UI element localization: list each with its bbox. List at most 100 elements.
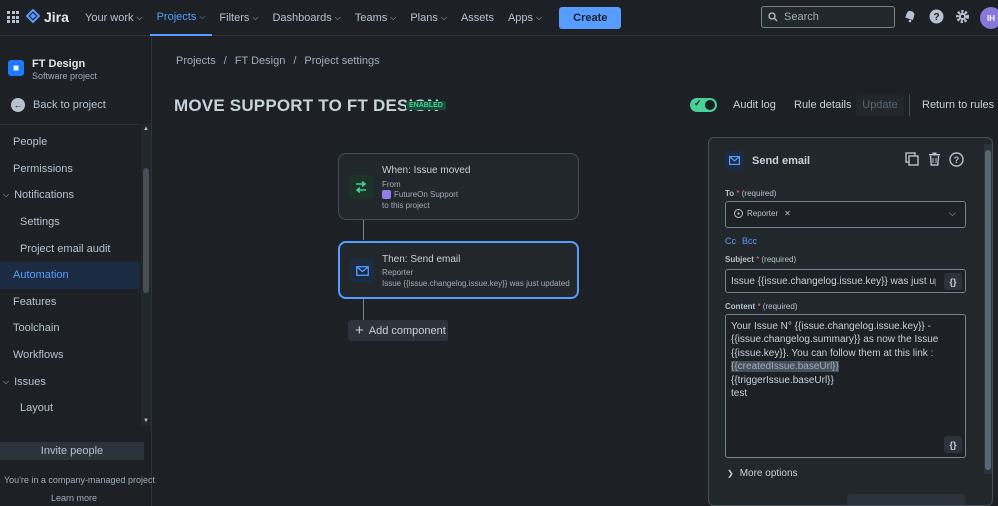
update-button[interactable]: Update: [856, 94, 904, 116]
back-label: Back to project: [33, 99, 106, 111]
smart-value-button[interactable]: {}: [944, 436, 962, 453]
recipient-chip[interactable]: ● Reporter ✕: [734, 209, 791, 218]
subject-value: Issue {{issue.changelog.issue.key}} was …: [731, 276, 936, 287]
header-divider: [909, 94, 910, 116]
sidebar-item-automation[interactable]: Automation: [0, 261, 140, 289]
chevron-down-icon: ⌵: [536, 13, 543, 22]
content-line: {{triggerIssue.baseUrl}}: [731, 374, 834, 386]
chevron-down-icon[interactable]: ⌵: [949, 208, 956, 219]
sidebar-group-notifications[interactable]: ⌵ Notifications: [0, 182, 140, 209]
project-header[interactable]: ■ FT Design Software project: [8, 58, 97, 81]
trigger-card[interactable]: When: Issue moved From FutureOn Support …: [338, 153, 579, 220]
bcc-link[interactable]: Bcc: [742, 236, 757, 246]
nav-label: Plans: [410, 12, 438, 24]
required-marker: *: [755, 302, 761, 311]
jira-logo[interactable]: Jira: [26, 9, 69, 25]
sidebar-item-label: Layout: [20, 402, 54, 415]
trash-icon[interactable]: [926, 152, 942, 168]
sidebar-scrollbar[interactable]: ▲ ▼: [141, 124, 151, 426]
chevron-down-icon: ⌵: [334, 13, 341, 22]
sidebar-item-toolchain[interactable]: Toolchain: [0, 315, 140, 342]
nav-apps[interactable]: Apps ⌵: [501, 0, 549, 36]
sidebar-item-permissions[interactable]: Permissions: [0, 156, 140, 183]
rule-details-button[interactable]: Rule details: [794, 99, 851, 111]
top-navigation: Jira Your work ⌵ Projects ⌵ Filters ⌵ Dashb…: [0, 0, 998, 36]
subject-input[interactable]: Issue {{issue.changelog.issue.key}} was …: [725, 269, 966, 293]
sidebar-item-label: Notifications: [14, 189, 74, 202]
scroll-down-arrow-icon[interactable]: ▼: [143, 418, 149, 424]
nav-dashboards[interactable]: Dashboards ⌵: [265, 0, 347, 36]
trigger-source-project: FutureOn Support: [382, 190, 458, 199]
content-label-text: Content: [725, 302, 756, 311]
sidebar-item-people[interactable]: People: [0, 129, 140, 156]
breadcrumb-projects[interactable]: Projects: [176, 55, 216, 67]
more-options-label: More options: [739, 468, 798, 479]
sidebar-item-project-email-audit[interactable]: Project email audit: [0, 235, 140, 262]
to-recipients-field[interactable]: ● Reporter ✕ ⌵: [725, 201, 966, 228]
panel-footer-button[interactable]: [847, 494, 965, 505]
return-to-rules-button[interactable]: Return to rules: [922, 99, 994, 111]
breadcrumb-separator: /: [293, 55, 297, 67]
subject-label: Subject * (required): [725, 255, 796, 264]
search-input[interactable]: Search: [761, 6, 895, 28]
check-icon: ✓: [694, 98, 702, 108]
action-card[interactable]: Then: Send email Reporter Issue {{issue.…: [338, 241, 579, 299]
scroll-up-arrow-icon[interactable]: ▲: [143, 126, 149, 132]
nav-assets[interactable]: Assets: [454, 0, 501, 36]
action-recipient: Reporter: [382, 268, 414, 277]
nav-label: Projects: [156, 11, 197, 23]
svg-text:?: ?: [933, 12, 939, 23]
close-icon[interactable]: ✕: [784, 209, 791, 218]
to-label: To * (required): [725, 189, 776, 198]
more-options-toggle[interactable]: ❯ More options: [727, 468, 798, 479]
sidebar-item-layout[interactable]: Layout: [0, 395, 140, 422]
nav-filters[interactable]: Filters ⌵: [212, 0, 265, 36]
copy-icon[interactable]: [904, 152, 920, 168]
breadcrumb-project-settings[interactable]: Project settings: [304, 55, 379, 67]
scrollbar-thumb[interactable]: [985, 150, 991, 470]
help-icon[interactable]: ?: [948, 152, 964, 168]
rule-enabled-toggle[interactable]: ✓: [690, 98, 717, 112]
notifications-icon[interactable]: [902, 9, 918, 25]
help-icon[interactable]: ?: [928, 9, 944, 25]
nav-label: Dashboards: [272, 12, 332, 24]
project-type: Software project: [32, 71, 98, 81]
sidebar-group-issues[interactable]: ⌵ Issues: [0, 368, 140, 395]
create-button[interactable]: Create: [559, 7, 622, 29]
breadcrumb-project[interactable]: FT Design: [235, 55, 286, 67]
avatar[interactable]: IH: [980, 7, 998, 29]
panel-scrollbar[interactable]: [984, 144, 992, 474]
nav-label: Assets: [460, 12, 494, 24]
scrollbar-thumb[interactable]: [143, 168, 149, 293]
learn-more-link[interactable]: Learn more: [51, 493, 97, 503]
sidebar-item-workflows[interactable]: Workflows: [0, 342, 140, 369]
nav-projects[interactable]: Projects ⌵: [149, 0, 213, 36]
action-title: Then: Send email: [382, 254, 461, 265]
sidebar-item-label: Project email audit: [20, 242, 111, 255]
smart-value-button[interactable]: {}: [944, 273, 962, 290]
back-to-project-link[interactable]: ← Back to project: [11, 98, 106, 112]
nav-plans[interactable]: Plans ⌵: [403, 0, 454, 36]
invite-people-button[interactable]: Invite people: [0, 442, 144, 460]
gear-icon[interactable]: [954, 9, 970, 25]
add-component-label: Add component: [368, 324, 446, 337]
content-textarea[interactable]: Your Issue N° {{issue.changelog.issue.ke…: [725, 314, 966, 458]
sidebar-item-settings[interactable]: Settings: [0, 209, 140, 236]
cc-link[interactable]: Cc: [725, 236, 736, 246]
status-badge: ENABLED: [406, 101, 446, 110]
sidebar-item-features[interactable]: Features: [0, 289, 140, 316]
chevron-down-icon: ⌵: [390, 13, 397, 22]
company-managed-text: You're in a company-managed project: [4, 475, 155, 485]
nav-your-work[interactable]: Your work ⌵: [78, 0, 150, 36]
issue-moved-icon: [349, 175, 373, 199]
sidebar-item-label: Issues: [14, 375, 46, 388]
nav-teams[interactable]: Teams ⌵: [348, 0, 403, 36]
search-icon: [768, 12, 778, 22]
recipient-chip-label: Reporter: [747, 209, 779, 218]
add-component-button[interactable]: + Add component: [348, 320, 448, 341]
content-line: {{issue.changelog.summary}} as now the I…: [731, 334, 939, 346]
source-project-name: FutureOn Support: [394, 190, 459, 199]
audit-log-button[interactable]: Audit log: [733, 99, 776, 111]
app-switcher-icon[interactable]: [7, 11, 19, 23]
breadcrumb-separator: /: [223, 55, 227, 67]
